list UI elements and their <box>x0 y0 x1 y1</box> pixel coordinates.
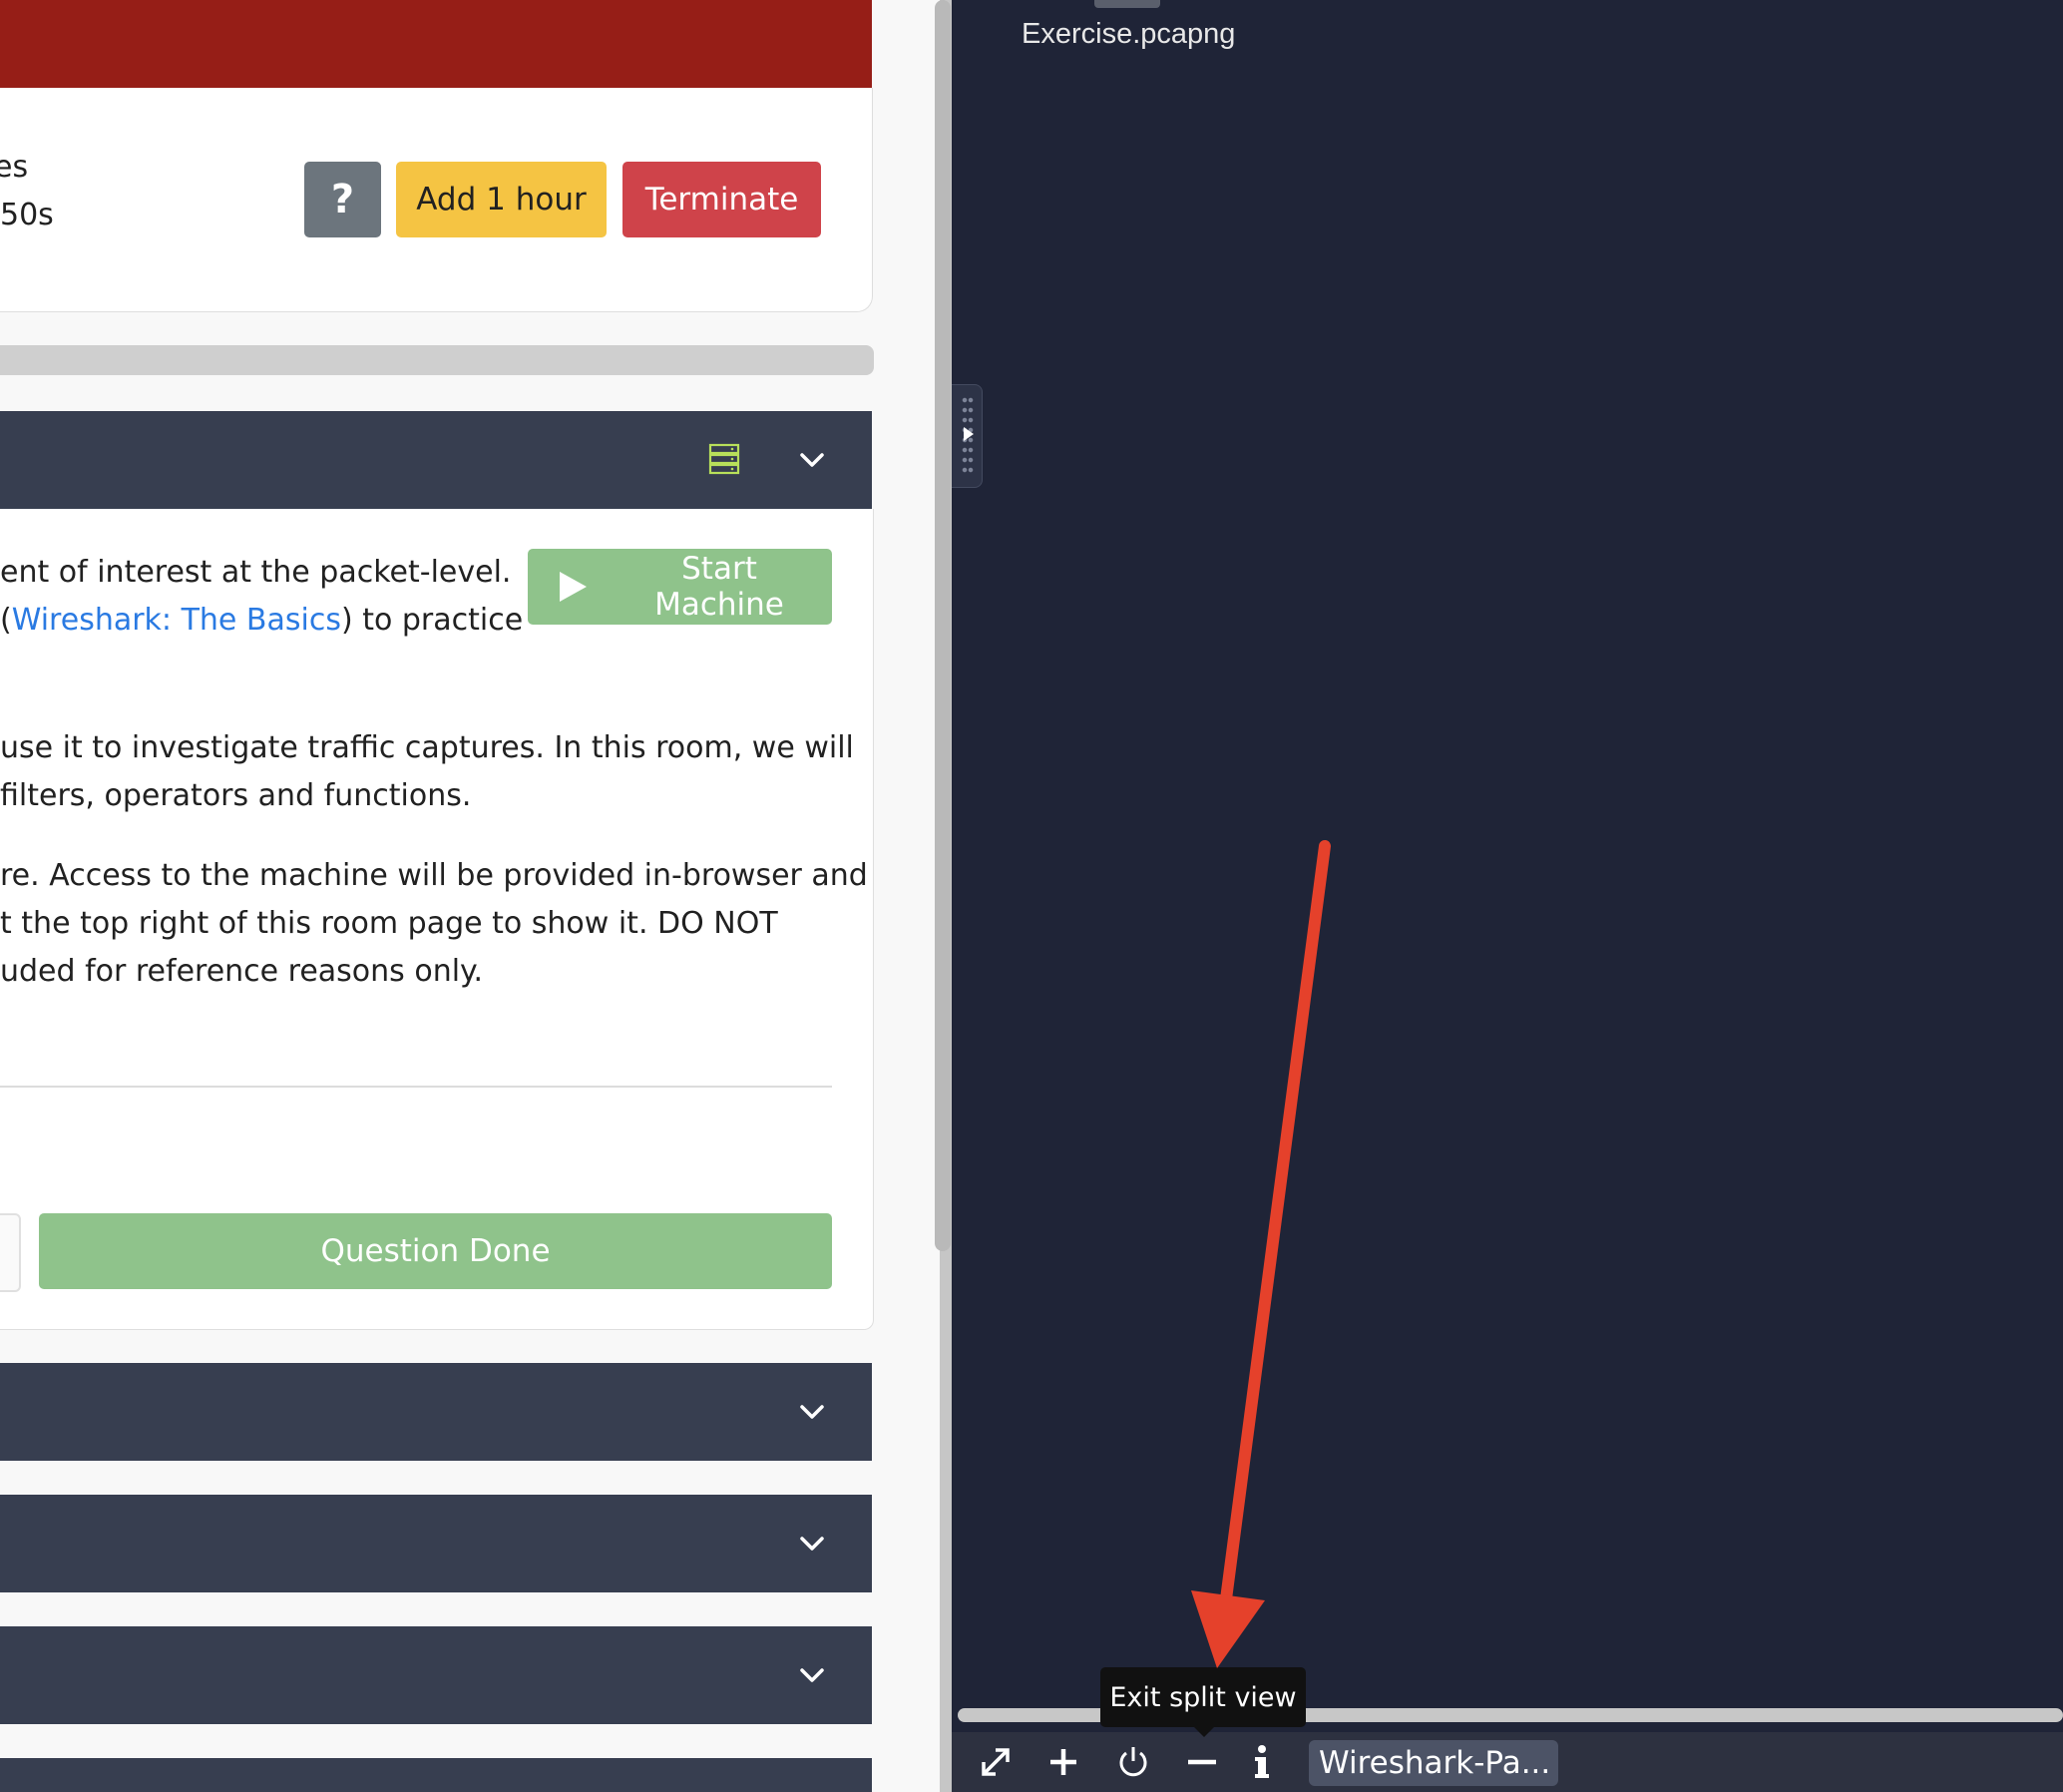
chevron-down-icon <box>800 453 824 467</box>
task-text-line: re. Access to the machine will be provid… <box>0 858 868 893</box>
task-header-collapsed[interactable] <box>0 1626 872 1724</box>
section-divider <box>0 1086 832 1088</box>
wireshark-basics-link[interactable]: Wireshark: The Basics <box>12 603 341 638</box>
add-hour-button[interactable]: Add 1 hour <box>396 162 607 237</box>
play-icon <box>964 427 974 441</box>
start-machine-button[interactable]: Start Machine <box>528 549 832 625</box>
vm-pane[interactable]: Exercise.pcapng Wireshark-Pa... Exit spl… <box>952 0 2063 1792</box>
exit-split-view-tooltip: Exit split view <box>1100 1667 1306 1727</box>
machine-timer-text: 50s <box>0 198 54 232</box>
power-icon[interactable] <box>1111 1740 1155 1784</box>
fullscreen-icon[interactable] <box>974 1740 1018 1784</box>
terminate-button[interactable]: Terminate <box>622 162 821 237</box>
server-icon <box>708 443 740 475</box>
task-text-line: (Wireshark: The Basics) to practice <box>0 603 524 638</box>
task-text-line: use it to investigate traffic captures. … <box>0 730 854 765</box>
room-banner <box>0 0 872 88</box>
tooltip-pointer <box>1194 1727 1214 1737</box>
help-button[interactable]: ? <box>304 162 381 237</box>
taskbar-window-button[interactable]: Wireshark-Pa... <box>1309 1740 1558 1786</box>
answer-input[interactable] <box>0 1213 21 1292</box>
chevron-down-icon <box>800 1537 824 1551</box>
minus-icon[interactable] <box>1180 1740 1224 1784</box>
vm-side-handle[interactable] <box>952 384 983 488</box>
task-text-line: filters, operators and functions. <box>0 778 472 813</box>
task-header-collapsed[interactable] <box>0 1495 872 1592</box>
room-pane: es 50s ? Add 1 hour Terminate ent of int… <box>0 0 940 1792</box>
room-progress-bar <box>0 345 874 375</box>
play-icon <box>560 572 587 602</box>
vm-taskbar: Wireshark-Pa... <box>952 1732 2063 1792</box>
task-text-line: t the top right of this room page to sho… <box>0 906 778 941</box>
task-header-expanded[interactable] <box>0 411 872 509</box>
file-icon[interactable] <box>1094 0 1160 8</box>
plus-icon[interactable] <box>1041 1740 1085 1784</box>
question-done-button[interactable]: Question Done <box>39 1213 832 1289</box>
task-text-line: ent of interest at the packet-level. <box>0 555 512 590</box>
task-header-collapsed[interactable] <box>0 1363 872 1461</box>
info-icon[interactable] <box>1240 1740 1284 1784</box>
chevron-down-icon <box>800 1405 824 1419</box>
machine-status-text: es <box>0 150 29 185</box>
task-text-line: uded for reference reasons only. <box>0 954 484 989</box>
task-header-collapsed[interactable] <box>0 1758 872 1792</box>
desktop-file-label[interactable]: Exercise.pcapng <box>1022 18 1235 51</box>
chevron-down-icon <box>800 1668 824 1682</box>
room-pane-scrollbar[interactable] <box>935 0 951 1251</box>
